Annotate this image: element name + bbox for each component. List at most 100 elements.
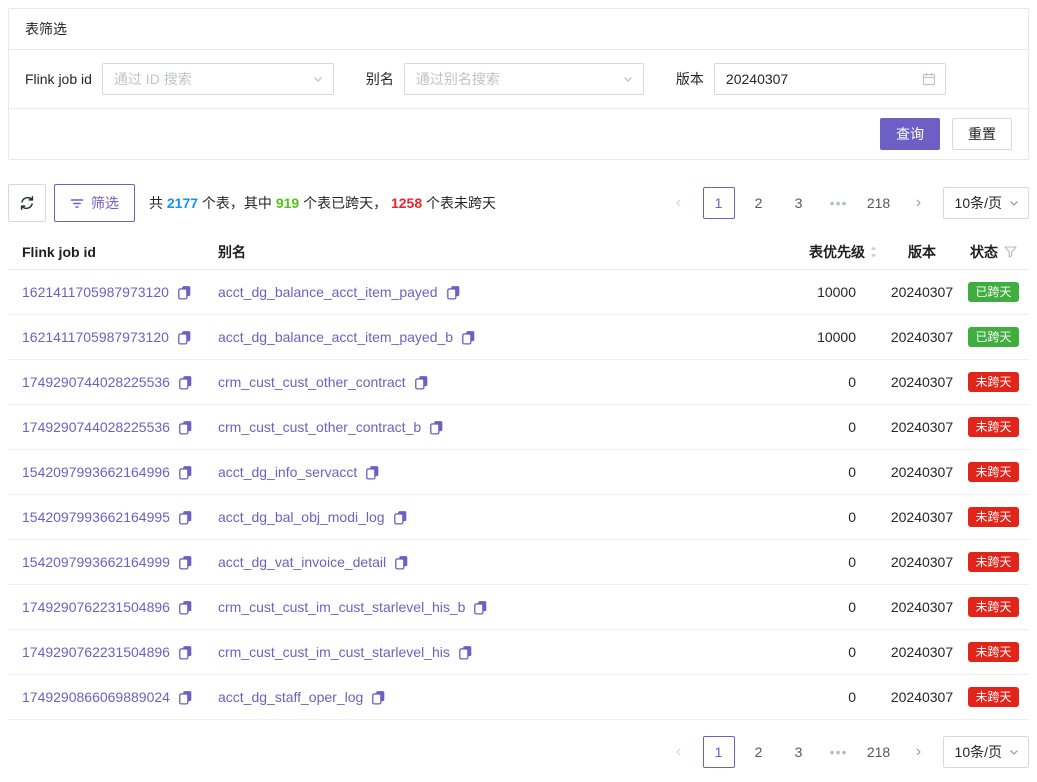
flink-job-id-link[interactable]: 1542097993662164999	[22, 554, 170, 570]
priority-cell: 0	[704, 374, 886, 390]
alias-link[interactable]: crm_cust_cust_im_cust_starlevel_his_b	[218, 599, 465, 615]
copy-icon[interactable]	[178, 375, 193, 390]
prev-page-button[interactable]: ‹	[663, 187, 695, 219]
summary-prefix: 共	[149, 195, 167, 211]
page-size-select[interactable]: 10条/页	[943, 187, 1029, 219]
copy-icon[interactable]	[394, 555, 409, 570]
status-badge: 未跨天	[968, 687, 1018, 707]
page-button-2[interactable]: 2	[743, 736, 775, 768]
flink-job-id-link[interactable]: 1749290744028225536	[22, 419, 170, 435]
refresh-icon	[19, 195, 35, 211]
copy-icon[interactable]	[414, 375, 429, 390]
flink-job-id-link[interactable]: 1542097993662164996	[22, 464, 170, 480]
alias-cell: acct_dg_balance_acct_item_payed_b	[204, 329, 704, 345]
table-filter-card: 表筛选 Flink job id 通过 ID 搜索 别名 通过别名搜索 版本 2…	[8, 8, 1029, 160]
reset-button[interactable]: 重置	[952, 118, 1012, 150]
alias-link[interactable]: acct_dg_info_servacct	[218, 464, 357, 480]
alias-link[interactable]: acct_dg_balance_acct_item_payed	[218, 284, 438, 300]
flink-job-id-link[interactable]: 1749290762231504896	[22, 644, 170, 660]
flink-job-id-link[interactable]: 1621411705987973120	[22, 284, 169, 300]
alias-link[interactable]: crm_cust_cust_other_contract	[218, 374, 406, 390]
pages-ellipsis[interactable]: •••	[823, 187, 855, 219]
prev-page-button[interactable]: ‹	[663, 736, 695, 768]
copy-icon[interactable]	[178, 555, 193, 570]
page-button-3[interactable]: 3	[783, 736, 815, 768]
sorter-icon[interactable]	[869, 245, 878, 259]
header-priority[interactable]: 表优先级	[704, 242, 886, 262]
copy-icon[interactable]	[178, 690, 193, 705]
page-button-218[interactable]: 218	[863, 187, 895, 219]
status-badge: 已跨天	[968, 282, 1018, 302]
copy-icon[interactable]	[177, 285, 192, 300]
status-badge: 未跨天	[968, 417, 1018, 437]
alias-link[interactable]: acct_dg_staff_oper_log	[218, 689, 363, 705]
query-button[interactable]: 查询	[880, 118, 940, 150]
status-cell: 未跨天	[958, 552, 1029, 572]
page-size-select[interactable]: 10条/页	[943, 736, 1029, 768]
alias-link[interactable]: acct_dg_bal_obj_modi_log	[218, 509, 385, 525]
filter-button[interactable]: 筛选	[54, 184, 135, 222]
alias-link[interactable]: crm_cust_cust_im_cust_starlevel_his	[218, 644, 450, 660]
copy-icon[interactable]	[178, 465, 193, 480]
copy-icon[interactable]	[178, 600, 193, 615]
alias-link[interactable]: crm_cust_cust_other_contract_b	[218, 419, 421, 435]
status-badge: 已跨天	[968, 327, 1018, 347]
status-cell: 已跨天	[958, 282, 1029, 302]
next-page-button[interactable]: ›	[903, 736, 935, 768]
flink-job-id-cell: 1749290762231504896	[8, 599, 204, 615]
copy-icon[interactable]	[429, 420, 444, 435]
pages-ellipsis[interactable]: •••	[823, 736, 855, 768]
copy-icon[interactable]	[177, 330, 192, 345]
alias-link[interactable]: acct_dg_vat_invoice_detail	[218, 554, 386, 570]
table-row: 1542097993662164995 acct_dg_bal_obj_modi_…	[8, 495, 1029, 540]
page-button-1[interactable]: 1	[703, 187, 735, 219]
priority-cell: 0	[704, 509, 886, 525]
flink-job-id-link[interactable]: 1749290866069889024	[22, 689, 170, 705]
alias-select[interactable]: 通过别名搜索	[404, 63, 644, 95]
header-alias: 别名	[204, 242, 704, 262]
flink-job-id-cell: 1749290744028225536	[8, 374, 204, 390]
page-button-3[interactable]: 3	[783, 187, 815, 219]
copy-icon[interactable]	[461, 330, 476, 345]
card-actions: 查询 重置	[9, 109, 1028, 159]
page-button-218[interactable]: 218	[863, 736, 895, 768]
copy-icon[interactable]	[371, 690, 386, 705]
version-cell: 20240307	[886, 374, 958, 390]
status-badge: 未跨天	[968, 507, 1018, 527]
tables-list: Flink job id 别名 表优先级 版本 状态 1621411705987…	[8, 234, 1029, 720]
alias-link[interactable]: acct_dg_balance_acct_item_payed_b	[218, 329, 453, 345]
header-flink-job-id: Flink job id	[8, 244, 204, 260]
copy-icon[interactable]	[178, 510, 193, 525]
copy-icon[interactable]	[473, 600, 488, 615]
copy-icon[interactable]	[178, 420, 193, 435]
page-button-1[interactable]: 1	[703, 736, 735, 768]
copy-icon[interactable]	[365, 465, 380, 480]
table-row: 1749290762231504896 crm_cust_cust_im_cust…	[8, 630, 1029, 675]
alias-cell: crm_cust_cust_other_contract	[204, 374, 704, 390]
page-button-2[interactable]: 2	[743, 187, 775, 219]
copy-icon[interactable]	[393, 510, 408, 525]
flink-job-id-link[interactable]: 1542097993662164995	[22, 509, 170, 525]
bottom-bar: ‹123•••218›10条/页	[8, 736, 1029, 768]
copy-icon[interactable]	[458, 645, 473, 660]
funnel-filter-icon[interactable]	[1004, 246, 1017, 258]
copy-icon[interactable]	[178, 645, 193, 660]
summary-mid1: 个表，其中	[198, 195, 276, 211]
table-row: 1749290744028225536 crm_cust_cust_other_c…	[8, 405, 1029, 450]
header-status[interactable]: 状态	[958, 242, 1029, 262]
flink-job-id-link[interactable]: 1621411705987973120	[22, 329, 169, 345]
summary-notcrossed-count: 1258	[391, 195, 422, 211]
copy-icon[interactable]	[446, 285, 461, 300]
status-badge: 未跨天	[968, 597, 1018, 617]
next-page-button[interactable]: ›	[903, 187, 935, 219]
flink-job-id-link[interactable]: 1749290744028225536	[22, 374, 170, 390]
alias-cell: crm_cust_cust_im_cust_starlevel_his	[204, 644, 704, 660]
table-row: 1542097993662164996 acct_dg_info_servacct…	[8, 450, 1029, 495]
refresh-button[interactable]	[8, 184, 46, 222]
flink-job-id-link[interactable]: 1749290762231504896	[22, 599, 170, 615]
flink-job-id-select[interactable]: 通过 ID 搜索	[102, 63, 334, 95]
version-date-input[interactable]: 20240307	[714, 63, 946, 95]
summary-text: 共 2177 个表，其中 919 个表已跨天， 1258 个表未跨天	[149, 193, 496, 213]
summary-suffix: 个表未跨天	[422, 195, 496, 211]
alias-cell: acct_dg_vat_invoice_detail	[204, 554, 704, 570]
